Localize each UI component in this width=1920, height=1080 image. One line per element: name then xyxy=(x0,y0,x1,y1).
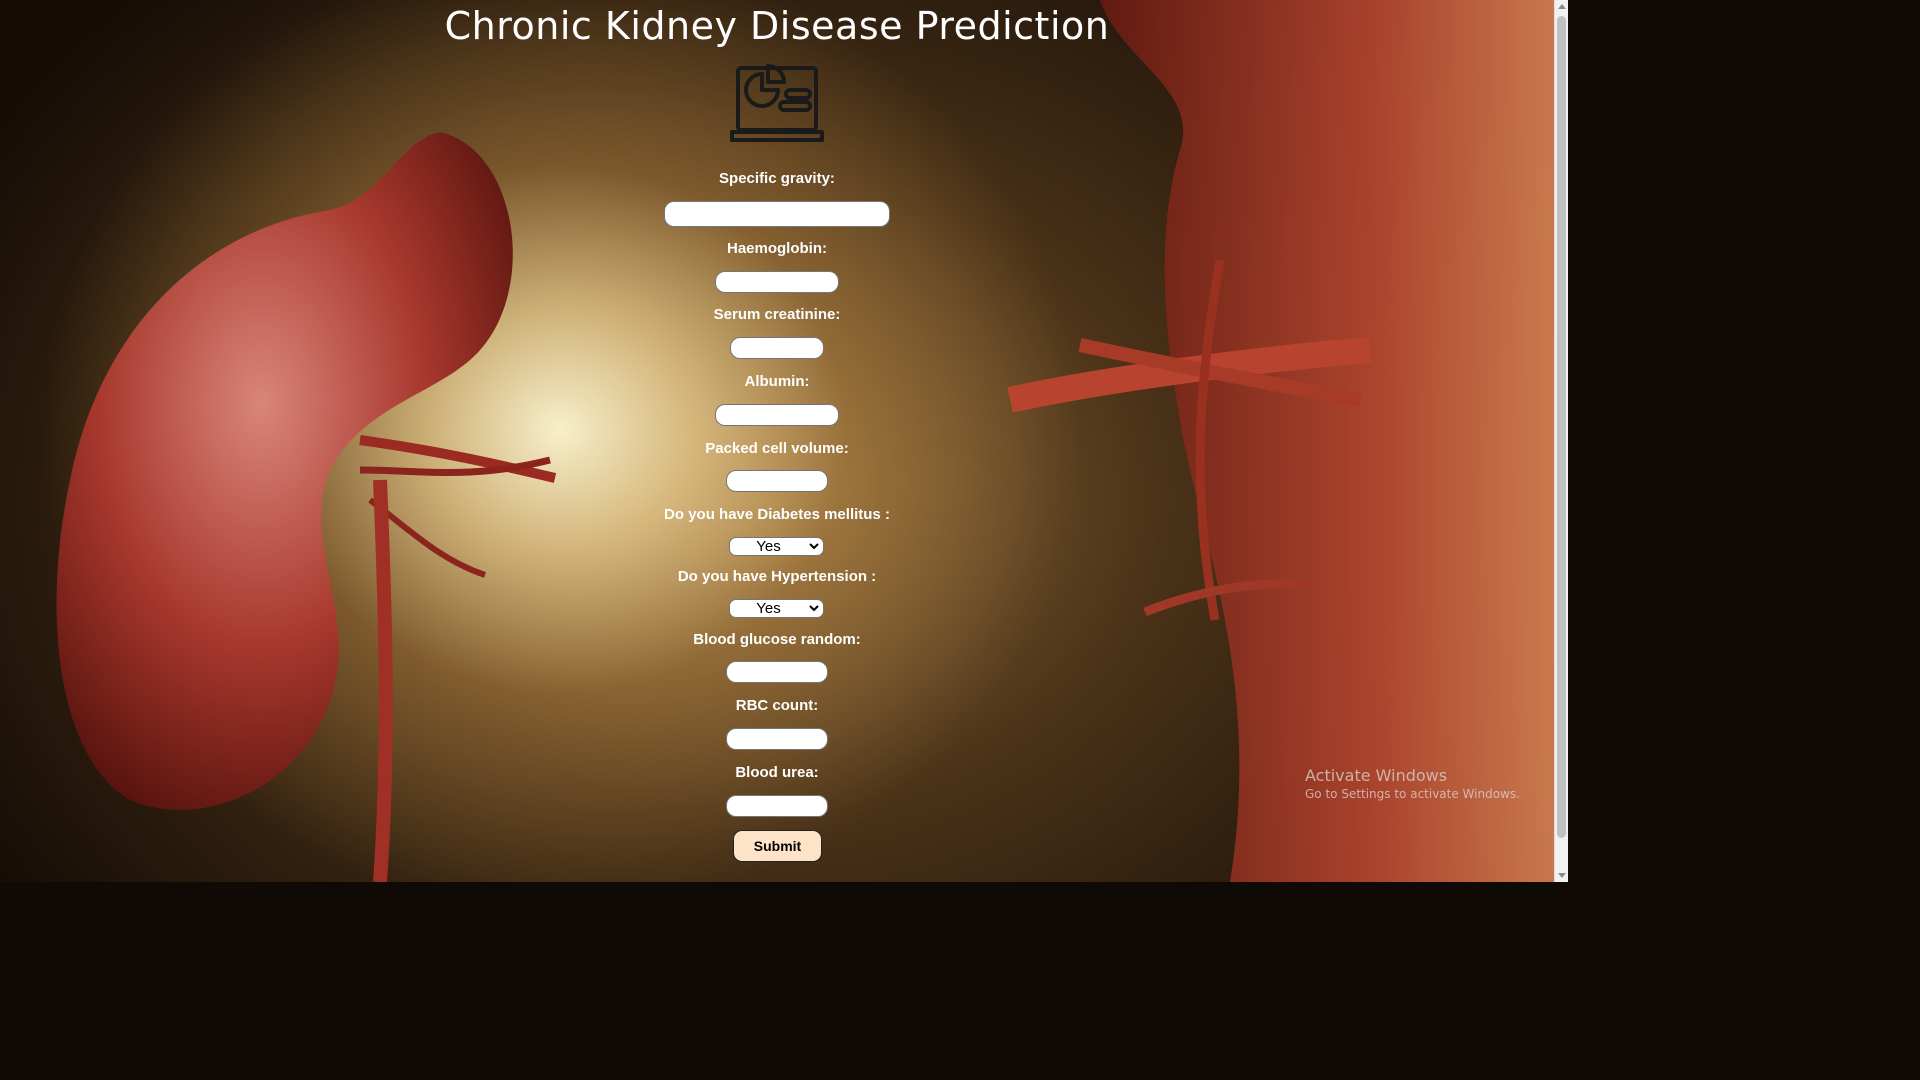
scroll-down-arrow-icon[interactable] xyxy=(1558,873,1566,878)
scroll-up-arrow-icon[interactable] xyxy=(1558,4,1566,9)
diabetes-mellitus-selected-value: Yes xyxy=(756,538,781,555)
haemoglobin-label: Haemoglobin: xyxy=(727,240,827,257)
windows-activation-watermark: Activate Windows Go to Settings to activ… xyxy=(1305,766,1520,801)
hypertension-select[interactable]: Yes xyxy=(729,599,824,618)
hypertension-label: Do you have Hypertension : xyxy=(677,568,877,585)
page-scrollbar[interactable] xyxy=(1554,0,1568,882)
rbc-count-label: RBC count: xyxy=(735,697,819,714)
laptop-chart-icon xyxy=(730,64,824,142)
hypertension-selected-value: Yes xyxy=(756,600,781,617)
packed-cell-volume-input[interactable] xyxy=(726,470,828,492)
blood-glucose-random-input[interactable] xyxy=(726,661,828,683)
serum-creatinine-label: Serum creatinine: xyxy=(713,306,841,323)
watermark-subtitle: Go to Settings to activate Windows. xyxy=(1305,787,1520,801)
rbc-count-input[interactable] xyxy=(726,728,828,750)
haemoglobin-input[interactable] xyxy=(715,271,839,293)
specific-gravity-input[interactable] xyxy=(664,201,890,227)
submit-button[interactable]: Submit xyxy=(733,830,822,862)
albumin-input[interactable] xyxy=(715,404,839,426)
packed-cell-volume-label: Packed cell volume: xyxy=(705,440,849,457)
diabetes-mellitus-select[interactable]: Yes xyxy=(729,537,824,556)
scrollbar-thumb[interactable] xyxy=(1557,16,1566,838)
watermark-title: Activate Windows xyxy=(1305,766,1448,785)
albumin-label: Albumin: xyxy=(744,373,810,390)
chevron-down-icon xyxy=(809,543,819,550)
chevron-down-icon xyxy=(809,605,819,612)
specific-gravity-label: Specific gravity: xyxy=(719,170,835,187)
serum-creatinine-input[interactable] xyxy=(730,337,824,359)
blood-urea-input[interactable] xyxy=(726,795,828,817)
blood-glucose-random-label: Blood glucose random: xyxy=(693,631,861,648)
page-title: Chronic Kidney Disease Prediction xyxy=(444,4,1110,48)
diabetes-mellitus-label: Do you have Diabetes mellitus : xyxy=(664,506,890,523)
